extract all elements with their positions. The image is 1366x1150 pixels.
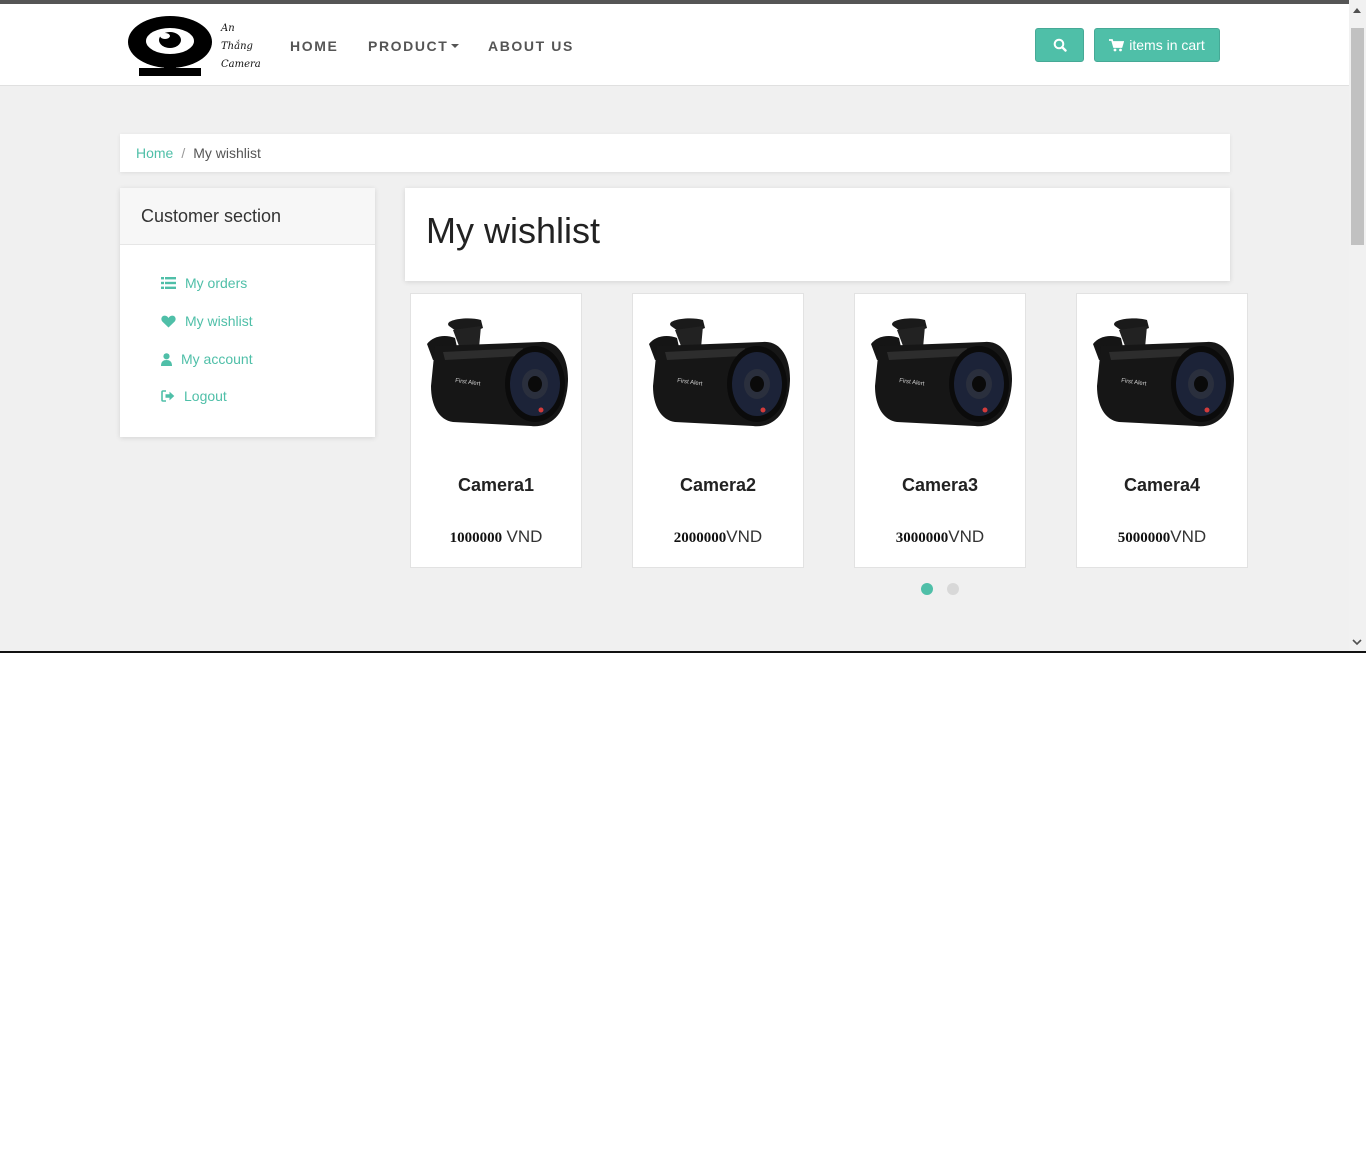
price-value: 3000000 — [895, 530, 949, 546]
logo-text-line1: An — [221, 23, 235, 34]
scroll-down-arrow-icon[interactable] — [1352, 638, 1362, 646]
product-price: 2000000VND — [633, 527, 803, 547]
viewport-bottom-border — [0, 651, 1366, 653]
breadcrumb: Home / My wishlist — [120, 134, 1230, 172]
breadcrumb-current: My wishlist — [193, 145, 261, 161]
caret-down-icon — [451, 44, 460, 48]
logo-text-line2: Thắng — [221, 41, 253, 52]
sidebar-title: Customer section — [120, 188, 375, 245]
product-name[interactable]: Camera4 — [1077, 475, 1247, 496]
sidebar-item-logout[interactable]: Logout — [161, 388, 227, 404]
search-icon — [1053, 38, 1067, 52]
camera-product-image[interactable]: First Alert — [423, 316, 569, 436]
camera-product-image[interactable]: First Alert — [645, 316, 791, 436]
webcam-logo-icon — [128, 16, 212, 76]
product-price: 3000000VND — [855, 527, 1025, 547]
product-name[interactable]: Camera2 — [633, 475, 803, 496]
sidebar-item-label: Logout — [184, 388, 227, 404]
nav-product[interactable]: PRODUCT — [368, 38, 460, 54]
product-card[interactable]: First Alert Camera3 3000000VND — [854, 293, 1026, 568]
scrollbar-thumb[interactable] — [1351, 28, 1364, 245]
logo-text: An Thắng Camera — [221, 20, 261, 74]
page-viewport: An Thắng Camera HOME PRODUCT ABOUT US it… — [0, 0, 1366, 651]
sidebar-item-label: My wishlist — [185, 313, 253, 329]
price-unit: VND — [506, 527, 543, 546]
list-icon — [161, 277, 176, 289]
page-title: My wishlist — [426, 210, 601, 251]
sidebar-item-label: My orders — [185, 275, 248, 291]
product-card[interactable]: First Alert Camera4 5000000VND — [1076, 293, 1248, 568]
price-unit: VND — [948, 527, 985, 546]
camera-product-image[interactable]: First Alert — [867, 316, 1013, 436]
navbar: An Thắng Camera HOME PRODUCT ABOUT US it… — [0, 4, 1349, 86]
price-value: 2000000 — [673, 530, 727, 546]
sidebar-item-my-wishlist[interactable]: My wishlist — [161, 313, 253, 329]
breadcrumb-separator: / — [181, 145, 186, 161]
sidebar-item-my-orders[interactable]: My orders — [161, 275, 247, 291]
carousel-dot-2[interactable] — [947, 583, 959, 595]
camera-product-image[interactable]: First Alert — [1089, 316, 1235, 436]
product-card[interactable]: First Alert Camera1 1000000 VND — [410, 293, 582, 568]
price-unit: VND — [1170, 527, 1207, 546]
title-panel: My wishlist — [405, 188, 1230, 281]
search-button[interactable] — [1035, 28, 1084, 62]
sign-out-icon — [161, 390, 175, 402]
product-price: 1000000 VND — [411, 527, 581, 547]
product-price: 5000000VND — [1077, 527, 1247, 547]
product-card[interactable]: First Alert Camera2 2000000VND — [632, 293, 804, 568]
sidebar-item-label: My account — [181, 351, 253, 367]
user-icon — [161, 352, 172, 366]
logo-text-line3: Camera — [221, 59, 261, 70]
product-name[interactable]: Camera1 — [411, 475, 581, 496]
sidebar-item-my-account[interactable]: My account — [161, 351, 253, 367]
nav-about-us[interactable]: ABOUT US — [488, 38, 574, 54]
logo[interactable]: An Thắng Camera — [127, 14, 261, 78]
price-value: 1000000 — [449, 530, 503, 546]
price-unit: VND — [726, 527, 763, 546]
heart-icon — [161, 315, 176, 327]
nav-home[interactable]: HOME — [290, 38, 338, 54]
product-name[interactable]: Camera3 — [855, 475, 1025, 496]
nav-product-label: PRODUCT — [368, 38, 449, 54]
shopping-cart-icon — [1109, 38, 1125, 51]
scroll-up-arrow-icon[interactable] — [1353, 8, 1361, 13]
cart-label: items in cart — [1129, 37, 1205, 53]
customer-sidebar: Customer section My orders My wishlist M… — [120, 188, 375, 437]
cart-button[interactable]: items in cart — [1094, 28, 1220, 62]
vertical-scrollbar[interactable] — [1349, 0, 1366, 651]
price-value: 5000000 — [1117, 530, 1171, 546]
breadcrumb-home[interactable]: Home — [136, 145, 173, 161]
carousel-dot-1[interactable] — [921, 583, 933, 595]
